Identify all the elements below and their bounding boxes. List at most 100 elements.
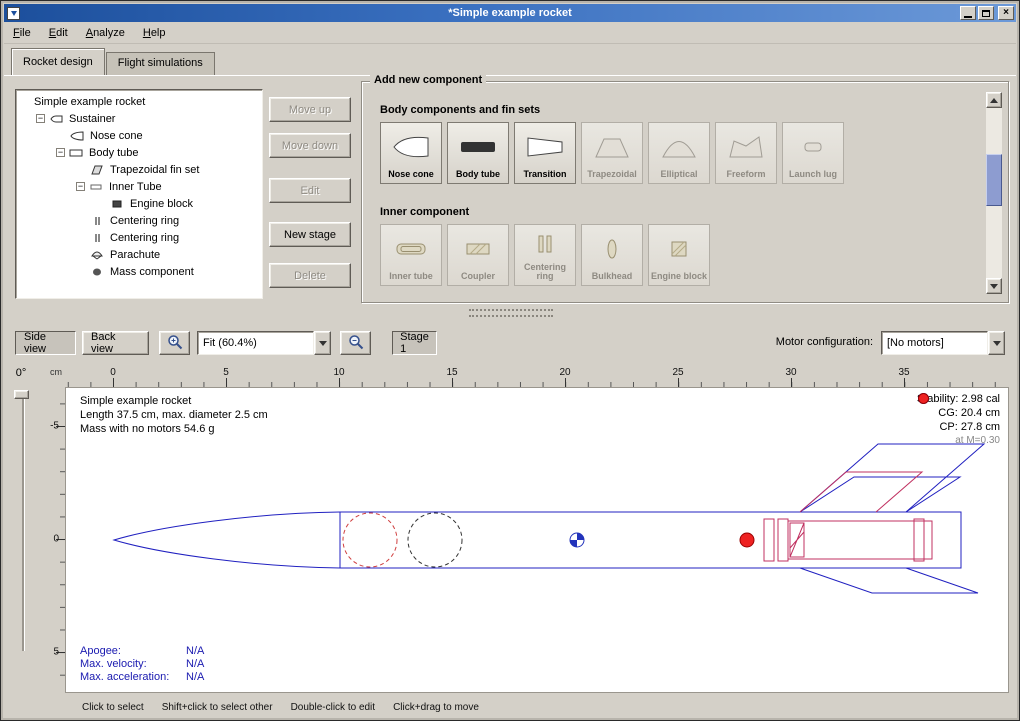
- component-tree[interactable]: Simple example rocket − Sustainer Nose c…: [15, 89, 263, 299]
- h-tick-label: 35: [898, 367, 909, 378]
- mass-component-icon: [90, 266, 106, 277]
- tree-item-engine-block[interactable]: Engine block: [16, 195, 262, 212]
- maximize-button[interactable]: [978, 6, 994, 20]
- close-button[interactable]: ×: [998, 6, 1014, 20]
- stability-block: Stability: 2.98 cal CG: 20.4 cm CP: 27.8…: [917, 392, 1000, 448]
- tree-item-mass-component[interactable]: Mass component: [16, 263, 262, 280]
- tree-item-parachute[interactable]: Parachute: [16, 246, 262, 263]
- h-tick-label: 15: [446, 367, 457, 378]
- move-down-button[interactable]: Move down: [269, 133, 351, 158]
- rotation-slider-handle[interactable]: [14, 390, 29, 399]
- rocket-design-canvas[interactable]: Simple example rocket Length 37.5 cm, ma…: [65, 387, 1009, 693]
- tree-item-rocket[interactable]: Simple example rocket: [16, 93, 262, 110]
- add-elliptical-fin-button[interactable]: Elliptical: [648, 122, 710, 184]
- add-launch-lug-button[interactable]: Launch lug: [782, 122, 844, 184]
- tree-item-centering-ring-1[interactable]: Centering ring: [16, 212, 262, 229]
- zoom-level-combo[interactable]: Fit (60.4%): [197, 331, 331, 355]
- menu-help[interactable]: Help: [134, 24, 175, 42]
- body-tube-icon: [69, 147, 85, 158]
- add-centering-ring-button[interactable]: Centering ring: [514, 224, 576, 286]
- tree-item-fin-set[interactable]: Trapezoidal fin set: [16, 161, 262, 178]
- launch-lug-part-icon: [793, 123, 833, 170]
- zoom-level-value: Fit (60.4%): [197, 331, 314, 355]
- add-nose-cone-button[interactable]: Nose cone: [380, 122, 442, 184]
- horizontal-ruler: 0 5 10 15 20 25 30 35: [65, 367, 1009, 387]
- minimize-icon: [964, 16, 972, 18]
- tree-item-sustainer[interactable]: − Sustainer: [16, 110, 262, 127]
- tree-item-nose-cone[interactable]: Nose cone: [16, 127, 262, 144]
- add-bulkhead-button[interactable]: Bulkhead: [581, 224, 643, 286]
- back-view-button[interactable]: Back view: [82, 331, 149, 355]
- elliptical-fin-part-icon: [659, 123, 699, 170]
- inner-tube-part-icon: [391, 225, 431, 272]
- tree-item-inner-tube[interactable]: − Inner Tube: [16, 178, 262, 195]
- motor-configuration-combo[interactable]: [No motors]: [881, 331, 1005, 355]
- apogee-label: Apogee:: [80, 645, 186, 658]
- tree-item-label: Engine block: [130, 198, 193, 210]
- chevron-down-icon: [993, 341, 1001, 346]
- hint-shift-click: Shift+click to select other: [162, 702, 273, 713]
- inner-section-label: Inner component: [380, 206, 469, 218]
- tab-rocket-design[interactable]: Rocket design: [11, 48, 105, 75]
- scrollbar-thumb[interactable]: [986, 154, 1002, 206]
- menu-edit[interactable]: Edit: [40, 24, 77, 42]
- move-up-button[interactable]: Move up: [269, 97, 351, 122]
- collapse-icon[interactable]: −: [76, 182, 85, 191]
- tree-item-centering-ring-2[interactable]: Centering ring: [16, 229, 262, 246]
- tab-flight-simulations[interactable]: Flight simulations: [106, 52, 215, 75]
- rocket-info-block: Simple example rocket Length 37.5 cm, ma…: [80, 394, 268, 436]
- mach-condition: at M=0.30: [917, 434, 1000, 448]
- max-acceleration-value: N/A: [186, 671, 204, 684]
- side-view-button[interactable]: Side view: [15, 331, 76, 355]
- rocket-name: Simple example rocket: [80, 394, 268, 408]
- max-velocity-value: N/A: [186, 658, 204, 671]
- collapse-icon[interactable]: −: [36, 114, 45, 123]
- add-engine-block-button[interactable]: Engine block: [648, 224, 710, 286]
- delete-button[interactable]: Delete: [269, 263, 351, 288]
- collapse-icon[interactable]: −: [56, 148, 65, 157]
- max-acceleration-label: Max. acceleration:: [80, 671, 186, 684]
- chevron-down-icon: [319, 341, 327, 346]
- add-component-group: Add new component Body components and fi…: [361, 81, 1009, 303]
- add-body-tube-button[interactable]: Body tube: [447, 122, 509, 184]
- add-trapezoidal-fin-button[interactable]: Trapezoidal: [581, 122, 643, 184]
- zoom-in-button[interactable]: [159, 331, 190, 355]
- tree-item-label: Centering ring: [110, 232, 179, 244]
- tab-panel-edge: [4, 75, 1016, 76]
- menu-analyze[interactable]: Analyze: [77, 24, 134, 42]
- fin-set-icon: [90, 164, 106, 175]
- trapezoidal-fin-part-icon: [592, 123, 632, 170]
- title-bar[interactable]: *Simple example rocket ×: [4, 4, 1016, 22]
- body-component-buttons: Nose cone Body tube Transition Trapezoid…: [380, 122, 844, 184]
- add-coupler-button[interactable]: Coupler: [447, 224, 509, 286]
- coupler-part-icon: [458, 225, 498, 272]
- zoom-out-button[interactable]: [340, 331, 371, 355]
- apogee-value: N/A: [186, 645, 204, 658]
- flight-data-block: Apogee: N/A Max. velocity: N/A Max. acce…: [80, 645, 204, 684]
- add-transition-button[interactable]: Transition: [514, 122, 576, 184]
- tree-item-label: Nose cone: [90, 130, 143, 142]
- component-scrollbar[interactable]: [986, 92, 1002, 294]
- tree-item-body-tube[interactable]: − Body tube: [16, 144, 262, 161]
- nose-cone-part-icon: [391, 123, 431, 170]
- combo-arrow-button[interactable]: [314, 331, 331, 355]
- tree-item-label: Simple example rocket: [34, 96, 145, 108]
- application-window: *Simple example rocket × File Edit Analy…: [0, 0, 1020, 721]
- scroll-down-button[interactable]: [986, 278, 1002, 294]
- panel-splitter-handle[interactable]: [469, 309, 553, 317]
- menu-file[interactable]: File: [4, 24, 40, 42]
- add-inner-tube-button[interactable]: Inner tube: [380, 224, 442, 286]
- h-tick-label: 10: [333, 367, 344, 378]
- new-stage-button[interactable]: New stage: [269, 222, 351, 247]
- ruler-unit-label: cm: [47, 367, 65, 387]
- add-freeform-fin-button[interactable]: Freeform: [715, 122, 777, 184]
- centering-ring-icon: [90, 232, 106, 243]
- tree-item-label: Trapezoidal fin set: [110, 164, 199, 176]
- combo-arrow-button[interactable]: [988, 331, 1005, 355]
- rotation-slider-track[interactable]: [22, 393, 25, 651]
- stage-1-toggle[interactable]: Stage 1: [392, 331, 437, 355]
- rocket-mass: Mass with no motors 54.6 g: [80, 422, 268, 436]
- scroll-up-button[interactable]: [986, 92, 1002, 108]
- edit-button[interactable]: Edit: [269, 178, 351, 203]
- minimize-button[interactable]: [960, 6, 976, 20]
